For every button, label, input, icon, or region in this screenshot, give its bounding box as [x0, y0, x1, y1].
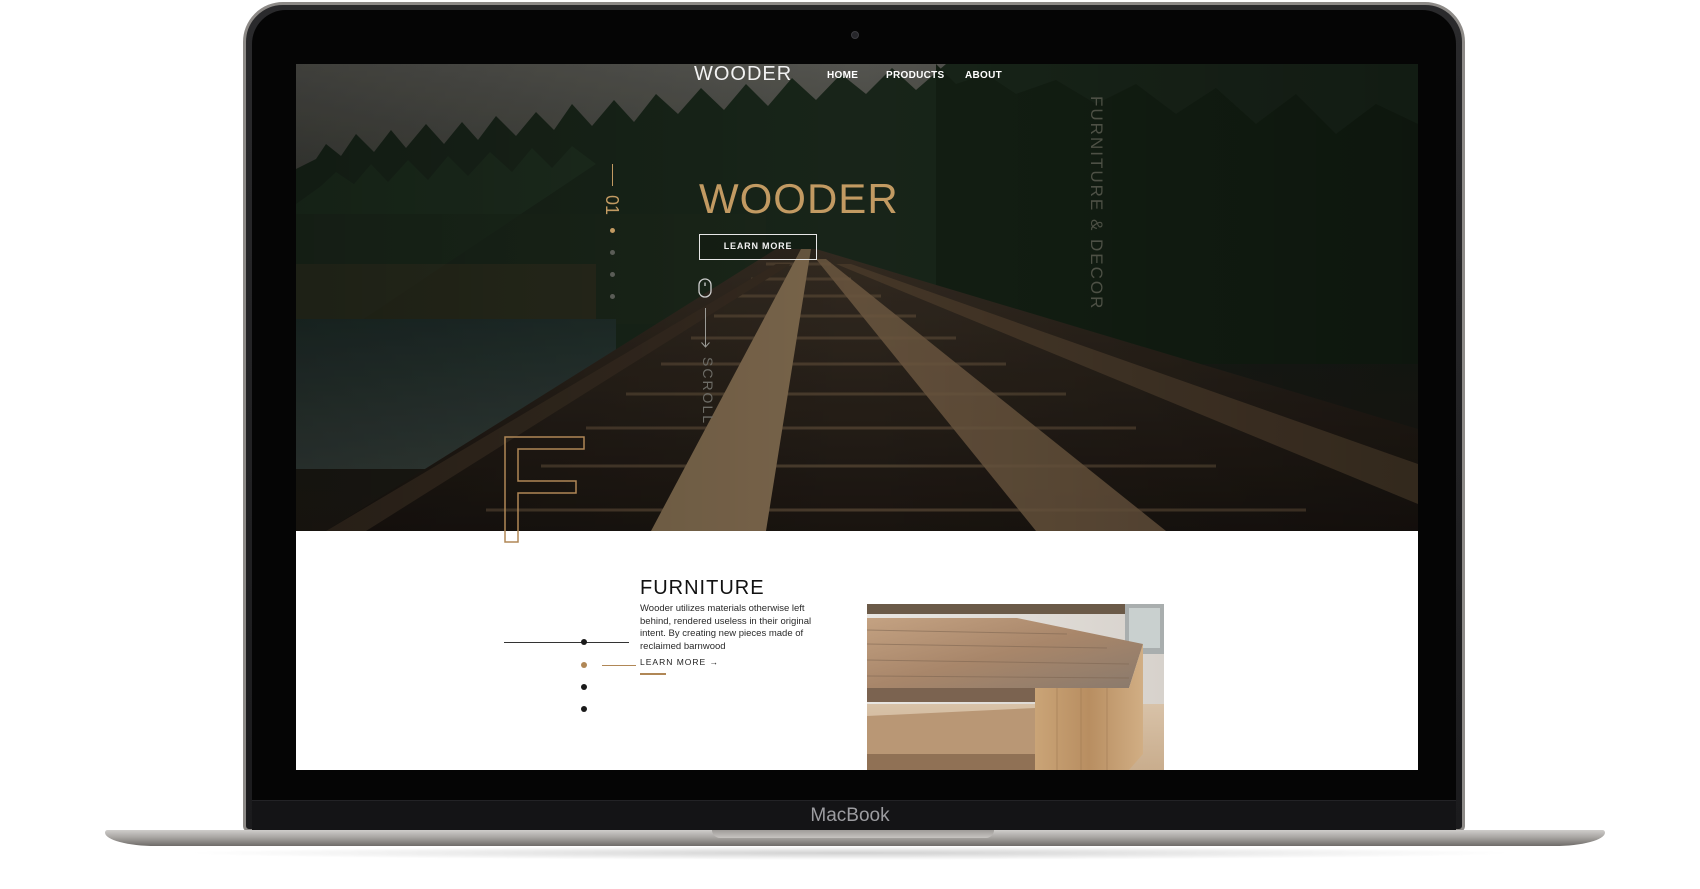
nav-home-link[interactable]: HOME: [827, 69, 858, 83]
hero-background-image: [296, 64, 1418, 531]
outline-letter-f: [504, 436, 585, 543]
hero-title: WOODER: [699, 175, 899, 222]
section-description: Wooder utilizes materials otherwise left…: [640, 603, 812, 652]
side-tagline: FURNITURE & DECOR: [1087, 96, 1106, 311]
slide-dot-3[interactable]: [610, 272, 615, 277]
laptop-shadow: [180, 846, 1520, 860]
hero-section: WOODER HOME PRODUCTS ABOUT 01 WOODER LEA…: [296, 64, 1418, 531]
mouse-icon: [698, 278, 712, 298]
slide-dot-4[interactable]: [610, 294, 615, 299]
timeline-dot-2[interactable]: [581, 662, 587, 668]
furniture-product-image: [867, 604, 1164, 770]
slide-indicator-line: [612, 164, 613, 186]
timeline-accent-line: [602, 665, 636, 666]
section-title: FURNITURE: [640, 577, 765, 599]
arrow-down-icon: [701, 342, 710, 348]
hero-learn-more-button[interactable]: LEARN MORE: [699, 234, 817, 260]
slide-dot-2[interactable]: [610, 250, 615, 255]
timeline-dot-3[interactable]: [581, 684, 587, 690]
top-nav: WOODER HOME PRODUCTS ABOUT: [296, 64, 1418, 104]
scroll-line: [705, 308, 706, 346]
site-logo[interactable]: WOODER: [694, 64, 791, 84]
laptop-notch: [712, 830, 994, 838]
scroll-label[interactable]: SCROLL: [700, 357, 716, 425]
section-learn-more-link[interactable]: LEARN MORE →: [640, 656, 719, 668]
slide-dot-1[interactable]: [610, 228, 615, 233]
timeline-line: [504, 642, 629, 643]
website-screen: WOODER HOME PRODUCTS ABOUT 01 WOODER LEA…: [296, 64, 1418, 770]
nav-products-link[interactable]: PRODUCTS: [886, 69, 945, 83]
timeline-dot-1[interactable]: [581, 639, 587, 645]
nav-about-link[interactable]: ABOUT: [965, 69, 1002, 83]
camera-icon: [851, 31, 859, 39]
slide-number: 01: [602, 194, 622, 216]
section-link-underline: [640, 673, 666, 675]
device-brand-label: MacBook: [810, 805, 890, 826]
timeline-dot-4[interactable]: [581, 706, 587, 712]
